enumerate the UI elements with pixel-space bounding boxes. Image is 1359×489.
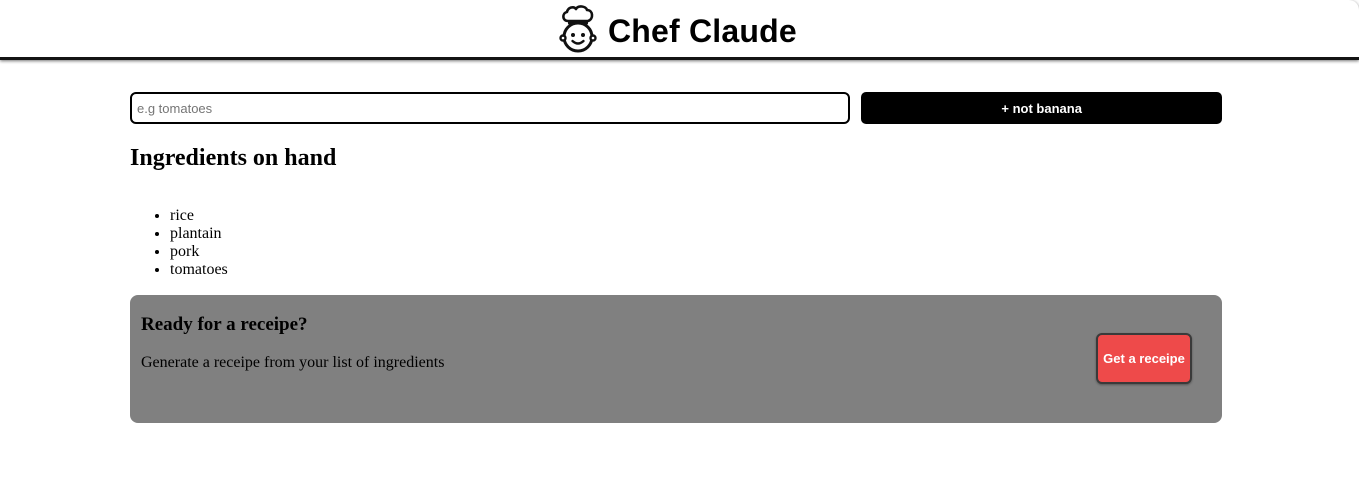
list-item: pork (170, 243, 228, 261)
list-item: plantain (170, 225, 228, 243)
get-recipe-description: Generate a receipe from your list of ing… (141, 354, 445, 371)
ingredients-heading: Ingredients on hand (130, 145, 337, 171)
get-recipe-heading: Ready for a receipe? (141, 314, 308, 335)
app-header: Chef Claude (0, 0, 1359, 60)
get-recipe-button[interactable]: Get a receipe (1096, 333, 1192, 384)
brand: Chef Claude (556, 4, 797, 54)
ingredient-input[interactable] (130, 92, 851, 124)
app-title: Chef Claude (608, 12, 797, 49)
list-item: rice (170, 207, 228, 225)
chef-hat-face-icon (559, 5, 597, 53)
add-ingredient-form: + not banana (130, 92, 1222, 124)
get-recipe-panel: Ready for a receipe? Generate a receipe … (130, 295, 1222, 423)
add-ingredient-button[interactable]: + not banana (861, 92, 1222, 124)
list-item: tomatoes (170, 261, 228, 279)
ingredients-list: rice plantain pork tomatoes (130, 207, 228, 279)
